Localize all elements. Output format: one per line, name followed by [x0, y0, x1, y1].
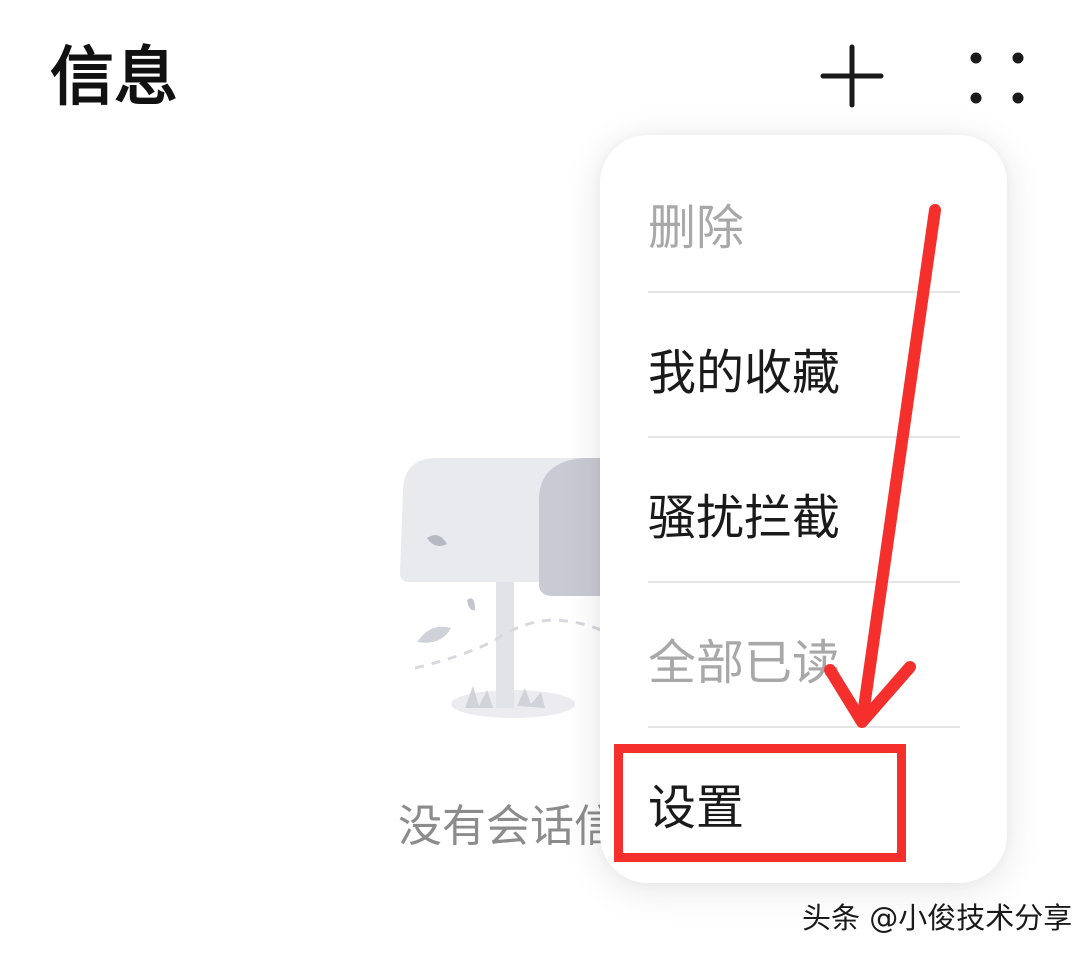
menu-divider — [648, 436, 960, 438]
plus-icon — [820, 44, 884, 108]
four-dots-icon — [970, 52, 1024, 104]
menu-item-label: 全部已读 — [648, 634, 841, 691]
menu-item-label: 骚扰拦截 — [648, 489, 841, 546]
more-options-button[interactable] — [957, 36, 1037, 116]
menu-item-label: 删除 — [648, 199, 745, 256]
menu-item-mark-all-read[interactable]: 全部已读 — [648, 585, 960, 730]
add-button[interactable] — [812, 36, 892, 116]
menu-item-favorites[interactable]: 我的收藏 — [648, 295, 960, 440]
menu-item-label: 我的收藏 — [648, 344, 841, 401]
menu-divider — [648, 291, 960, 293]
watermark-text: 头条 @小俊技术分享 — [802, 901, 1073, 935]
menu-item-delete[interactable]: 删除 — [648, 150, 960, 295]
page-title: 信息 — [50, 41, 178, 115]
menu-item-spam-blocking[interactable]: 骚扰拦截 — [648, 440, 960, 585]
mailbox-illustration — [395, 450, 625, 744]
settings-highlight-box — [614, 744, 906, 862]
menu-divider — [648, 581, 960, 583]
menu-divider — [648, 726, 960, 728]
